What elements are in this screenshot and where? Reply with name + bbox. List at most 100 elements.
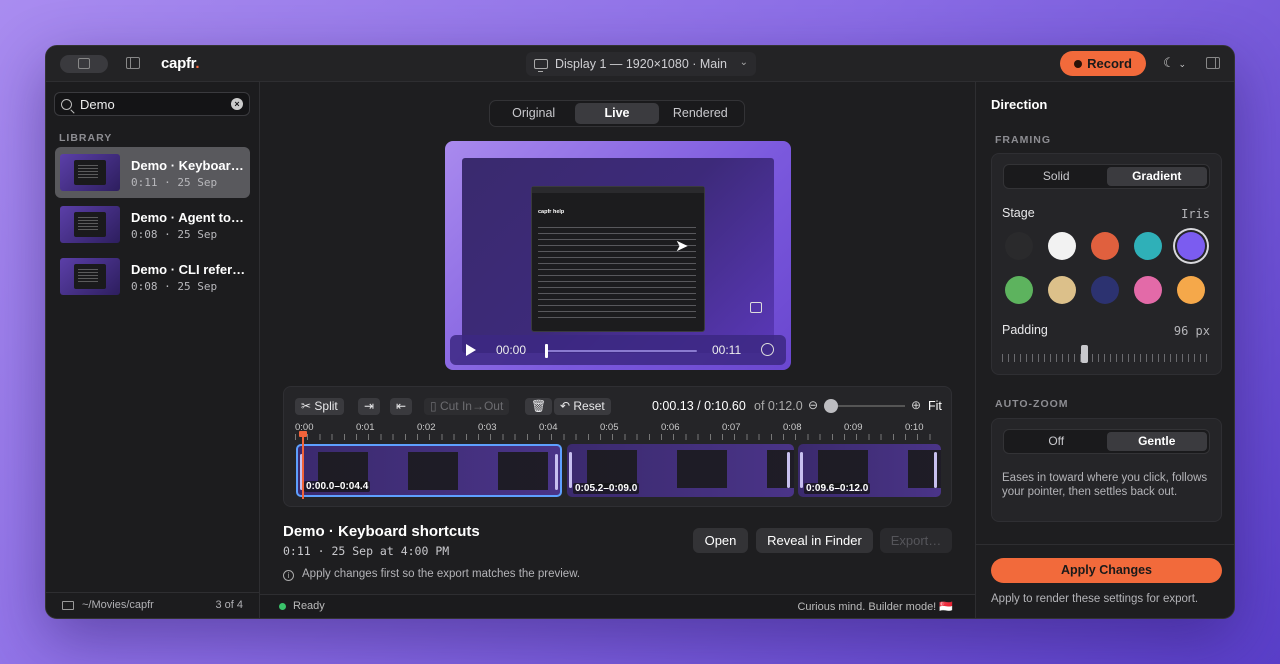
- stage-swatch[interactable]: [1005, 232, 1033, 260]
- library-count: 3 of 4: [215, 599, 243, 611]
- set-out-button[interactable]: ⇤: [390, 398, 413, 415]
- library-item[interactable]: Demo · CLI reference 0:08 · 25 Sep: [55, 251, 250, 302]
- display-select-label: Display 1 — 1920×1080 · Main: [555, 57, 727, 71]
- status-indicator: [279, 603, 286, 610]
- set-in-button[interactable]: ⇥: [358, 398, 381, 415]
- recording-meta: 0:11 · 25 Sep at 4:00 PM: [283, 544, 450, 558]
- focus-frame-icon[interactable]: [750, 302, 762, 313]
- recording-thumbnail: [60, 258, 120, 295]
- ruler-label: 0:02: [417, 422, 436, 433]
- display-select[interactable]: Display 1 — 1920×1080 · Main ⌄: [526, 52, 756, 76]
- stage-swatch[interactable]: [1177, 232, 1205, 260]
- playhead[interactable]: [299, 431, 307, 499]
- stage-swatch[interactable]: [1134, 276, 1162, 304]
- timeline-clip[interactable]: 0:05.2–0:09.0: [567, 444, 794, 497]
- tab-live[interactable]: Live: [575, 103, 659, 124]
- clear-search-icon[interactable]: ×: [231, 98, 243, 110]
- ruler-label: 0:07: [722, 422, 741, 433]
- zoom-slider-knob[interactable]: [824, 399, 838, 413]
- zoom-in-icon[interactable]: ⊕: [911, 398, 921, 412]
- timeline-ruler[interactable]: 0:00 0:01 0:02 0:03 0:04 0:05 0:06 0:07 …: [295, 422, 945, 440]
- auto-zoom-option-off[interactable]: Off: [1006, 432, 1107, 451]
- padding-slider-knob[interactable]: [1081, 345, 1088, 363]
- status-tagline: Curious mind. Builder mode! 🇸🇬: [797, 601, 953, 613]
- sidebar-toggle-icon[interactable]: [126, 57, 140, 69]
- clip-handle-right[interactable]: [934, 452, 937, 488]
- cut-in-out-button[interactable]: ▯ Cut In→Out: [424, 398, 510, 415]
- stage-swatch[interactable]: [1091, 276, 1119, 304]
- clip-handle-right[interactable]: [787, 452, 790, 488]
- preview-canvas[interactable]: capfr help ➤: [462, 158, 774, 353]
- zoom-out-icon[interactable]: ⊖: [808, 398, 818, 412]
- moon-icon: ☾: [1163, 55, 1175, 70]
- clip-handle-right[interactable]: [555, 454, 558, 490]
- auto-zoom-option-gentle[interactable]: Gentle: [1106, 432, 1207, 451]
- library-item-title: Demo · Keyboard shortcuts: [131, 158, 247, 173]
- scrub-bar[interactable]: [545, 350, 697, 352]
- scrub-handle[interactable]: [545, 344, 548, 358]
- stage-swatch[interactable]: [1091, 232, 1119, 260]
- tab-original[interactable]: Original: [492, 103, 575, 124]
- tab-rendered[interactable]: Rendered: [659, 103, 742, 124]
- clip-handle-left[interactable]: [569, 452, 572, 488]
- ruler-label: 0:01: [356, 422, 375, 433]
- ruler-label: 0:06: [661, 422, 680, 433]
- apply-changes-button[interactable]: Apply Changes: [991, 558, 1222, 583]
- auto-zoom-toggle: Off Gentle: [1003, 429, 1210, 454]
- framing-section-label: FRAMING: [995, 134, 1051, 146]
- record-dot-icon: [1074, 59, 1083, 68]
- trash-icon[interactable]: 🗑: [525, 398, 553, 415]
- stage-swatch[interactable]: [1048, 276, 1076, 304]
- captured-window-heading: capfr help: [538, 209, 565, 215]
- library-item[interactable]: Demo · Keyboard shortcuts 0:11 · 25 Sep: [55, 147, 250, 198]
- app-logo: capfr.: [161, 55, 200, 72]
- chevron-down-icon: ⌄: [739, 57, 748, 68]
- stage-swatch[interactable]: [1134, 232, 1162, 260]
- framing-option-solid[interactable]: Solid: [1006, 167, 1107, 186]
- padding-slider[interactable]: [1002, 354, 1210, 362]
- folder-icon[interactable]: [62, 601, 74, 610]
- open-button[interactable]: Open: [693, 528, 748, 553]
- monitor-icon: [534, 59, 548, 72]
- status-bar: Ready Curious mind. Builder mode! 🇸🇬: [260, 594, 975, 618]
- timeline-total: of 0:12.0: [754, 399, 803, 413]
- library-item[interactable]: Demo · Agent tools 0:08 · 25 Sep: [55, 199, 250, 250]
- direction-panel: Direction FRAMING Solid Gradient Stage I…: [975, 82, 1234, 618]
- library-section-label: LIBRARY: [59, 132, 113, 144]
- timeline-clip[interactable]: 0:09.6–0:12.0: [798, 444, 941, 497]
- timeline-time-readout: 0:00.13 / 0:10.60: [652, 399, 746, 413]
- titlebar: capfr. Display 1 — 1920×1080 · Main ⌄ Re…: [46, 46, 1234, 82]
- ruler-label: 0:04: [539, 422, 558, 433]
- library-item-title: Demo · CLI reference: [131, 262, 247, 277]
- stage-swatch[interactable]: [1048, 232, 1076, 260]
- library-path[interactable]: ~/Movies/capfr: [82, 599, 154, 611]
- auto-zoom-card: Off Gentle Eases in toward where you cli…: [991, 418, 1222, 522]
- framing-option-gradient[interactable]: Gradient: [1106, 167, 1207, 186]
- stage-swatch[interactable]: [1177, 276, 1205, 304]
- ruler-ticks: [295, 434, 935, 440]
- ruler-label: 0:09: [844, 422, 863, 433]
- reset-button[interactable]: ↶ Reset: [554, 398, 611, 415]
- stage-swatch[interactable]: [1005, 276, 1033, 304]
- record-button[interactable]: Record: [1060, 51, 1146, 76]
- speed-icon[interactable]: [761, 343, 774, 356]
- search-field[interactable]: ×: [54, 92, 250, 116]
- split-button[interactable]: ✂ Split: [295, 398, 344, 415]
- search-icon: [61, 98, 72, 110]
- stage-label: Stage: [1002, 206, 1035, 220]
- reveal-in-finder-button[interactable]: Reveal in Finder: [756, 528, 873, 553]
- inspector-toggle-icon[interactable]: [1206, 57, 1220, 69]
- preview-frame: capfr help ➤ 00:00 00:11: [445, 141, 791, 370]
- search-input[interactable]: [80, 96, 220, 112]
- panel-title: Direction: [991, 97, 1048, 112]
- clip-handle-left[interactable]: [800, 452, 803, 488]
- info-icon: i: [283, 570, 294, 581]
- timeline: ✂ Split ⇥ ⇤ ▯ Cut In→Out 🗑 ↶ Reset 0:00.…: [283, 386, 952, 507]
- export-button[interactable]: Export…: [880, 528, 952, 553]
- appearance-menu[interactable]: ☾ ⌄: [1163, 55, 1186, 71]
- fit-button[interactable]: Fit: [928, 399, 942, 413]
- play-icon[interactable]: [466, 344, 476, 356]
- timeline-clip[interactable]: 0:00.0–0:04.4: [296, 444, 562, 497]
- recording-thumbnail: [60, 206, 120, 243]
- capture-toggle[interactable]: [60, 55, 108, 73]
